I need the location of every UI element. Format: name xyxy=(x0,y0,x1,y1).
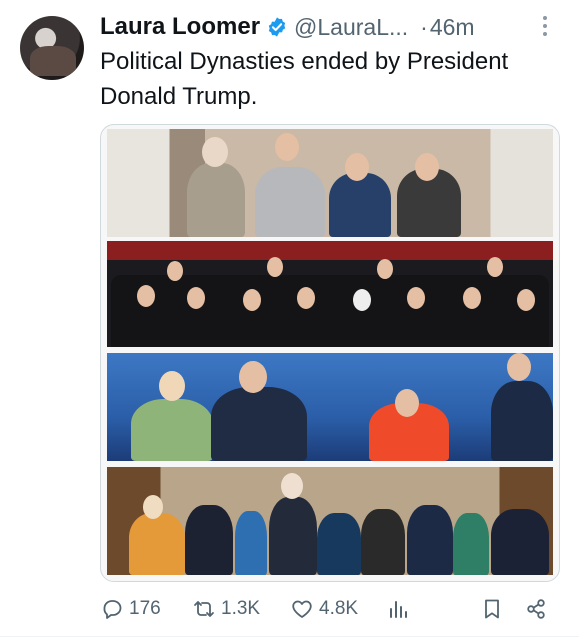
author-handle[interactable]: @LauraL... xyxy=(294,14,408,41)
repost-icon xyxy=(194,601,214,617)
repost-count: 1.3K xyxy=(221,598,261,619)
views-button[interactable] xyxy=(386,597,410,621)
avatar[interactable] xyxy=(20,16,84,80)
reply-count: 176 xyxy=(129,598,161,619)
author-name[interactable]: Laura Loomer xyxy=(100,13,260,41)
tweet-text: Political Dynasties ended by President D… xyxy=(100,48,509,110)
like-icon xyxy=(292,600,312,618)
media-image-grid[interactable] xyxy=(100,124,560,582)
share-button[interactable] xyxy=(524,597,548,621)
like-count: 4.8K xyxy=(319,598,359,619)
separator-dot: · xyxy=(420,13,428,40)
photo-clinton-family xyxy=(107,129,553,237)
share-icon xyxy=(527,599,545,619)
tweet-header: Laura Loomer @LauraL... · 46m xyxy=(100,10,563,44)
bookmark-button[interactable] xyxy=(480,597,504,621)
photo-bush-family xyxy=(107,241,553,347)
bookmark-icon xyxy=(485,599,499,619)
action-bar: 176 1.3K 4.8K xyxy=(100,592,560,626)
more-icon[interactable] xyxy=(535,14,555,38)
views-icon xyxy=(390,601,407,618)
divider xyxy=(0,636,579,637)
repost-button[interactable]: 1.3K xyxy=(192,597,260,621)
timestamp[interactable]: 46m xyxy=(430,14,475,41)
reply-icon xyxy=(103,600,122,619)
reply-button[interactable]: 176 xyxy=(100,597,161,621)
photo-biden-family xyxy=(107,467,553,575)
verified-badge-icon xyxy=(268,17,286,37)
like-button[interactable]: 4.8K xyxy=(290,597,358,621)
photo-cheney-clinton-convention xyxy=(107,353,553,461)
